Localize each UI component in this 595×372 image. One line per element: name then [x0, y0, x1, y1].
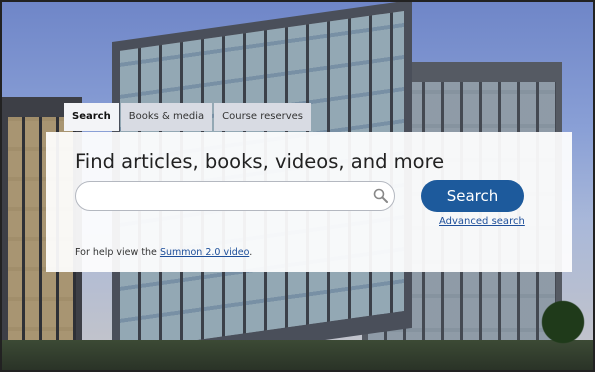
magnifier-icon[interactable] — [373, 188, 389, 204]
help-prefix: For help view the — [75, 247, 160, 258]
panel-heading: Find articles, books, videos, and more — [75, 150, 445, 173]
search-panel: Find articles, books, videos, and more S… — [46, 132, 572, 272]
page-frame: Search Books & media Course reserves Fin… — [0, 0, 595, 372]
help-text: For help view the Summon 2.0 video. — [75, 247, 252, 258]
tab-course-reserves[interactable]: Course reserves — [214, 103, 312, 131]
summon-video-link[interactable]: Summon 2.0 video — [160, 247, 249, 258]
help-suffix: . — [249, 247, 253, 258]
advanced-search-link[interactable]: Advanced search — [439, 216, 525, 227]
tab-search[interactable]: Search — [64, 103, 119, 131]
search-tabs: Search Books & media Course reserves — [64, 103, 313, 131]
search-input[interactable] — [75, 181, 395, 211]
search-button[interactable]: Search — [421, 180, 524, 212]
trees — [533, 280, 593, 350]
ground — [2, 340, 593, 370]
tab-books-media[interactable]: Books & media — [120, 103, 213, 131]
